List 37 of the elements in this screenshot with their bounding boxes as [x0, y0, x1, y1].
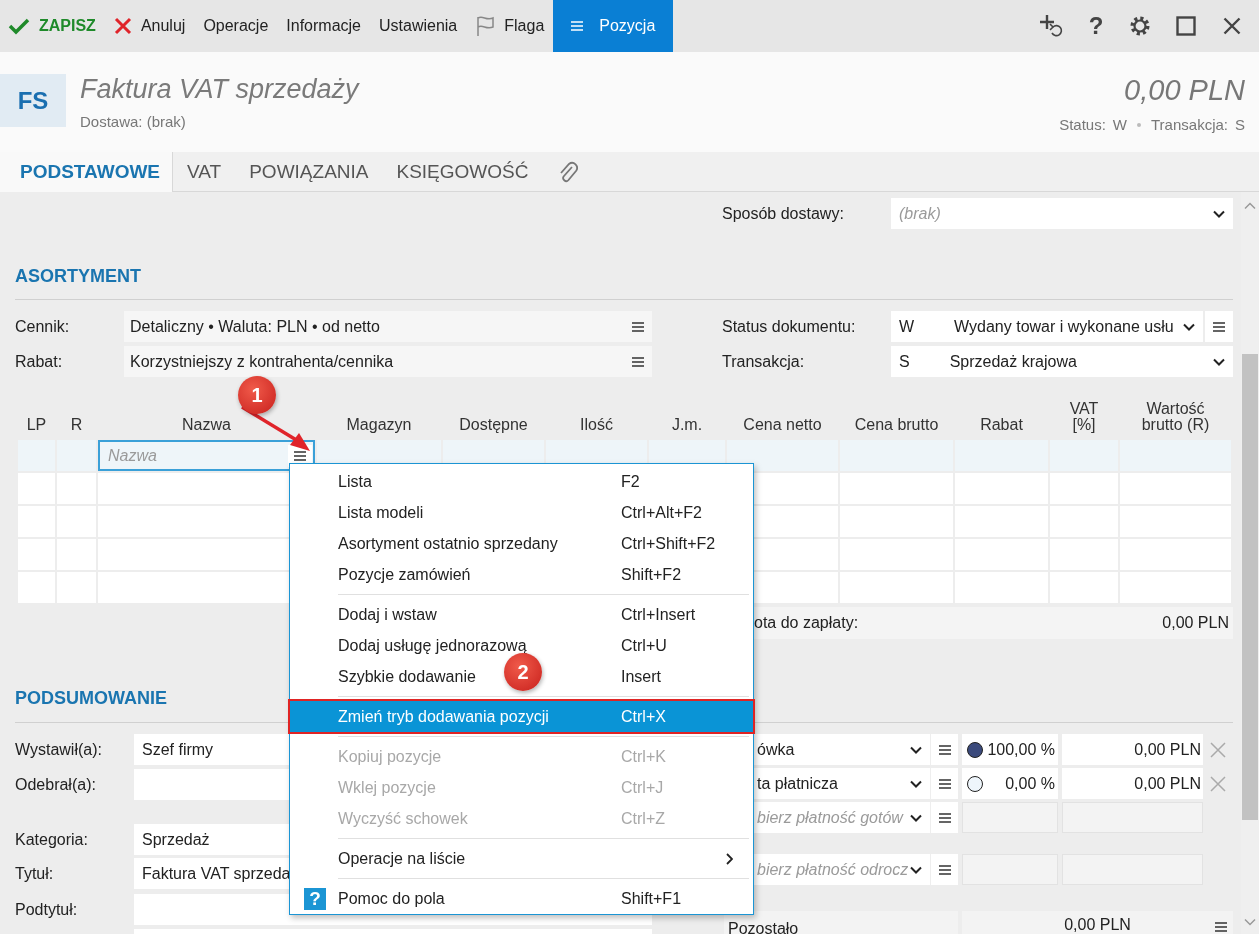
transaction-label: Transakcja:: [1151, 116, 1228, 133]
column-header: R: [69, 417, 84, 433]
delivery-subtitle: Dostawa: (brak): [80, 113, 187, 130]
status-label: Status:: [1059, 116, 1106, 133]
transaction-value: S: [1235, 116, 1245, 133]
field-label: Podtytuł:: [15, 900, 79, 919]
column-header: Ilość: [579, 417, 614, 433]
column-header: LP: [25, 417, 48, 433]
field-label: Rabat:: [15, 352, 64, 371]
field-label: Tytuł:: [15, 864, 55, 883]
column-header: Wartość brutto (R): [1140, 401, 1211, 433]
column-header: Magazyn: [345, 417, 413, 433]
field-label: Wystawił(a):: [15, 740, 103, 759]
document-type-badge: FS: [0, 74, 66, 127]
section-heading: ASORTYMENT: [15, 265, 1233, 300]
column-header: J.m.: [670, 417, 704, 433]
document-title: Faktura VAT sprzedaży: [80, 74, 359, 105]
field-label: Status dokumentu:: [722, 317, 857, 336]
column-header: Nazwa: [181, 417, 232, 433]
document-amount: 0,00 PLN: [1124, 74, 1245, 107]
help-icon: ?: [304, 887, 326, 910]
column-header: Rabat: [979, 417, 1024, 433]
total-value: 0,00 PLN: [1162, 614, 1229, 632]
column-header: Cena brutto: [853, 417, 940, 433]
field-label: Kategoria:: [15, 830, 89, 849]
field-label: Cennik:: [15, 317, 71, 336]
step-marker: 1: [238, 376, 276, 414]
field-label: Sposób dostawy:: [722, 204, 845, 223]
field-label: Transakcja:: [722, 352, 806, 371]
remaining-label: Pozostało: [724, 911, 958, 934]
column-header: Cena netto: [742, 417, 823, 433]
total-label: ota do zapłaty:: [754, 614, 859, 632]
field-label: Odebrał(a):: [15, 775, 97, 794]
remaining-value: 0,00 PLN: [1064, 915, 1131, 934]
status-value: W: [1112, 116, 1127, 133]
column-header: Dostępne: [458, 417, 529, 433]
column-header: VAT [%]: [1068, 401, 1100, 433]
